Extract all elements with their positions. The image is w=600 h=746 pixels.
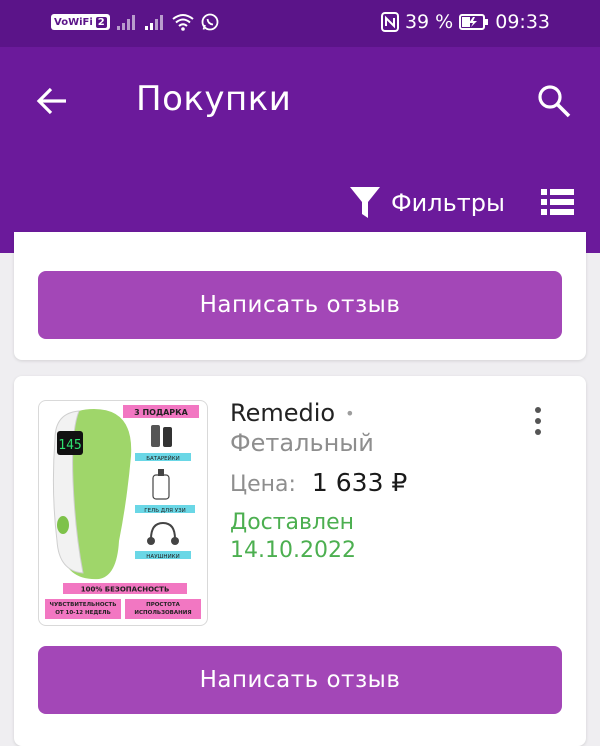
product-image[interactable]: 145 3 ПОДАРКА БАТАРЕЙКИ ГЕЛЬ ДЛЯ УЗИ НАУ… <box>38 400 208 626</box>
filter-icon <box>350 187 380 218</box>
battery-charging-icon <box>459 14 489 30</box>
price-value: 1 633 ₽ <box>311 468 408 497</box>
filter-label: Фильтры <box>391 189 505 217</box>
gift-label: БАТАРЕЙКИ <box>146 455 180 462</box>
vowifi-label: VoWiFi <box>54 16 93 28</box>
product-title: Remedio • <box>230 398 365 429</box>
product-brand: Remedio <box>230 399 336 427</box>
clock: 09:33 <box>495 11 550 33</box>
status-bar-right: 39 % 09:33 <box>380 11 550 33</box>
gift-label: НАУШНИКИ <box>146 554 179 560</box>
signal-icon <box>116 15 135 30</box>
feature-label: ЧУВСТВИТЕЛЬНОСТЬ ОТ 10-12 НЕДЕЛЬ <box>49 602 117 616</box>
wifi-icon <box>172 14 194 31</box>
list-view-button[interactable] <box>540 187 576 219</box>
vowifi-badge: VoWiFi 2 <box>51 14 110 30</box>
safety-label: 100% БЕЗОПАСНОСТЬ <box>81 586 170 594</box>
status-date: 14.10.2022 <box>230 538 356 563</box>
list-view-icon <box>541 189 574 215</box>
write-review-button[interactable]: Написать отзыв <box>38 646 562 714</box>
more-options-button[interactable] <box>524 404 552 440</box>
product-name: Фетальный <box>230 429 374 457</box>
page-title: Покупки <box>136 79 292 119</box>
search-button[interactable] <box>534 81 574 121</box>
price-row: Цена: 1 633 ₽ <box>230 468 407 497</box>
sim-number: 2 <box>95 16 107 28</box>
separator-dot: • <box>345 404 355 423</box>
status-bar: VoWiFi 2 39 % 09:33 <box>0 0 600 47</box>
purchase-card: 145 3 ПОДАРКА БАТАРЕЙКИ ГЕЛЬ ДЛЯ УЗИ НАУ… <box>14 376 586 746</box>
gift-label: ГЕЛЬ ДЛЯ УЗИ <box>144 508 185 514</box>
device-screen-value: 145 <box>58 438 81 453</box>
price-label: Цена: <box>230 472 296 497</box>
app-toolbar: Покупки Фильтры <box>0 47 600 253</box>
battery-percent: 39 % <box>404 11 454 33</box>
purchase-card: Написать отзыв <box>14 232 586 360</box>
more-vert-icon <box>524 404 552 435</box>
feature-label: ПРОСТОТА ИСПОЛЬЗОВАНИЯ <box>134 602 192 616</box>
delivery-status: Доставлен 14.10.2022 <box>230 509 356 565</box>
gifts-banner: 3 ПОДАРКА <box>134 408 189 417</box>
write-review-button[interactable]: Написать отзыв <box>38 271 562 339</box>
status-text: Доставлен <box>230 510 354 535</box>
filter-button[interactable]: Фильтры <box>349 185 505 221</box>
nfc-icon <box>380 12 399 32</box>
arrow-left-icon <box>36 87 66 115</box>
status-bar-left: VoWiFi 2 <box>51 12 220 32</box>
search-icon <box>538 85 571 118</box>
whatsapp-icon <box>201 13 219 31</box>
back-button[interactable] <box>32 81 72 121</box>
product-photo: 145 3 ПОДАРКА БАТАРЕЙКИ ГЕЛЬ ДЛЯ УЗИ НАУ… <box>45 405 201 619</box>
signal-icon <box>144 15 163 30</box>
